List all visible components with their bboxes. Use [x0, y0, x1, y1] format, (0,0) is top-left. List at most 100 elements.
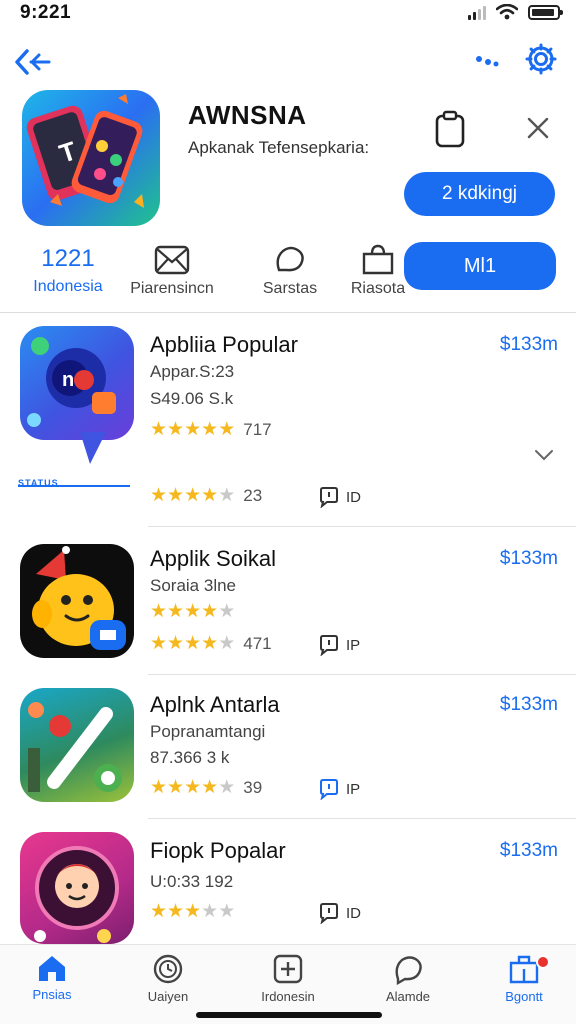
- divider: [148, 674, 576, 675]
- top-nav: [0, 40, 576, 84]
- comment-count[interactable]: ID: [318, 902, 361, 924]
- hero-app-icon[interactable]: T: [22, 90, 160, 226]
- tabbar-label: Irdonesin: [261, 989, 315, 1004]
- star-filled-icon: ★: [150, 633, 168, 654]
- app-price[interactable]: $133m: [500, 840, 558, 862]
- rating-bottom: ★★★★★: [150, 900, 235, 923]
- star-filled-icon: ★: [167, 633, 185, 654]
- tab-number: 1221: [41, 245, 95, 272]
- signal-icon: [468, 4, 486, 20]
- back-arrow-icon: [15, 49, 51, 75]
- comment-count-label: IP: [346, 636, 361, 654]
- divider: [0, 312, 576, 313]
- chat-icon: [395, 956, 422, 985]
- star-empty-icon: ★: [218, 777, 236, 798]
- app-name: Fiopk Popalar: [150, 838, 286, 863]
- status-bar: 9:221: [0, 0, 576, 28]
- comment-count[interactable]: ID: [318, 486, 361, 508]
- app-price[interactable]: $133m: [500, 548, 558, 570]
- phones-illustration-icon: T: [26, 94, 144, 208]
- rating-count: 39: [243, 777, 263, 797]
- gear-icon[interactable]: [524, 42, 558, 76]
- comment-icon: [320, 487, 338, 508]
- tab-label: Indonesia: [33, 278, 103, 295]
- app-name: Aplnk Antarla: [150, 692, 280, 717]
- tabbar-item-alamde[interactable]: Alamde: [358, 953, 458, 1004]
- tab-label: Sarstas: [262, 280, 318, 297]
- chevron-down-icon[interactable]: [534, 448, 554, 462]
- app-meta: Popranamtangi: [150, 722, 266, 741]
- tab-piarensincn[interactable]: Piarensincn: [126, 244, 218, 298]
- battery-icon: [528, 4, 563, 20]
- tabbar-label: Alamde: [385, 989, 431, 1004]
- comment-icon: [320, 779, 338, 800]
- back-button[interactable]: [10, 42, 56, 82]
- primary-action-button[interactable]: 2 kdkingj: [404, 172, 555, 216]
- comment-count-label: ID: [346, 904, 361, 922]
- tabbar-item-pnsias[interactable]: Pnsias: [2, 953, 102, 1002]
- add-icon: [273, 954, 303, 984]
- tab-indonesia[interactable]: 1221 Indonesia: [22, 244, 114, 296]
- comment-icon: [320, 903, 338, 924]
- secondary-action-button[interactable]: Ml1: [404, 242, 556, 290]
- star-empty-icon: ★: [218, 901, 236, 922]
- comment-count-label: IP: [346, 780, 361, 798]
- star-filled-icon: ★: [184, 485, 202, 506]
- clock-icon: [153, 954, 183, 984]
- tabbar-item-irdonesin[interactable]: Irdonesin: [238, 953, 338, 1004]
- rating-stars: ★★★★★: [150, 418, 235, 441]
- star-filled-icon: ★: [201, 601, 219, 622]
- star-empty-icon: ★: [201, 901, 219, 922]
- home-icon: [39, 956, 65, 981]
- bag-icon: [362, 244, 394, 275]
- close-icon: [527, 117, 549, 139]
- app-meta: 87.366 3 k: [150, 748, 230, 767]
- hero-title: AWNSNA: [188, 100, 307, 130]
- svg-text:n: n: [62, 369, 74, 391]
- star-filled-icon: ★: [150, 901, 168, 922]
- star-filled-icon: ★: [150, 777, 168, 798]
- star-filled-icon: ★: [218, 419, 236, 440]
- comment-count[interactable]: IP: [318, 778, 360, 800]
- star-empty-icon: ★: [218, 633, 236, 654]
- clipboard-button[interactable]: [434, 110, 466, 153]
- star-filled-icon: ★: [184, 601, 202, 622]
- notification-badge: [536, 955, 550, 969]
- category-tabs: 1221 Indonesia Piarensincn Sarstas Riaso…: [0, 244, 405, 304]
- game-icon: [28, 702, 122, 792]
- tabbar-item-uaiyen[interactable]: Uaiyen: [118, 953, 218, 1004]
- rating-stars: ★★★★★: [150, 484, 235, 507]
- close-button[interactable]: [526, 116, 550, 145]
- speech-tail-icon: [80, 432, 106, 464]
- app-icon: [20, 832, 134, 944]
- app-price[interactable]: $133m: [500, 334, 558, 356]
- star-empty-icon: ★: [218, 601, 236, 622]
- status-icons: [468, 4, 563, 20]
- clipboard-icon: [435, 110, 465, 148]
- rating-bottom: ★★★★★ 471: [150, 632, 272, 655]
- rating-bottom: ★★★★★ 39: [150, 776, 262, 799]
- tab-riasota[interactable]: Riasota: [340, 244, 416, 298]
- star-filled-icon: ★: [150, 419, 168, 440]
- star-filled-icon: ★: [184, 633, 202, 654]
- rating-stars: ★★★★★: [150, 776, 235, 799]
- rating-top: ★★★★★: [150, 600, 235, 623]
- dots-icon[interactable]: [474, 49, 500, 69]
- mascot-icon: [32, 546, 126, 650]
- tabbar-item-bgontt[interactable]: Bgontt: [474, 953, 574, 1004]
- star-filled-icon: ★: [167, 601, 185, 622]
- rating-count: 717: [243, 419, 272, 439]
- app-meta: Appar.S:23: [150, 362, 235, 381]
- app-name: Apbliia Popular: [150, 332, 298, 357]
- app-meta: S49.06 S.k: [150, 389, 234, 408]
- progress-bar: STATUS: [18, 478, 130, 490]
- star-filled-icon: ★: [150, 601, 168, 622]
- comment-count[interactable]: IP: [318, 634, 360, 656]
- progress-label: STATUS: [18, 478, 59, 488]
- star-empty-icon: ★: [218, 485, 236, 506]
- star-filled-icon: ★: [184, 419, 202, 440]
- status-time: 9:221: [20, 2, 72, 23]
- app-price[interactable]: $133m: [500, 694, 558, 716]
- avatar-game-icon: [34, 846, 119, 943]
- tab-sarstas[interactable]: Sarstas: [244, 244, 336, 298]
